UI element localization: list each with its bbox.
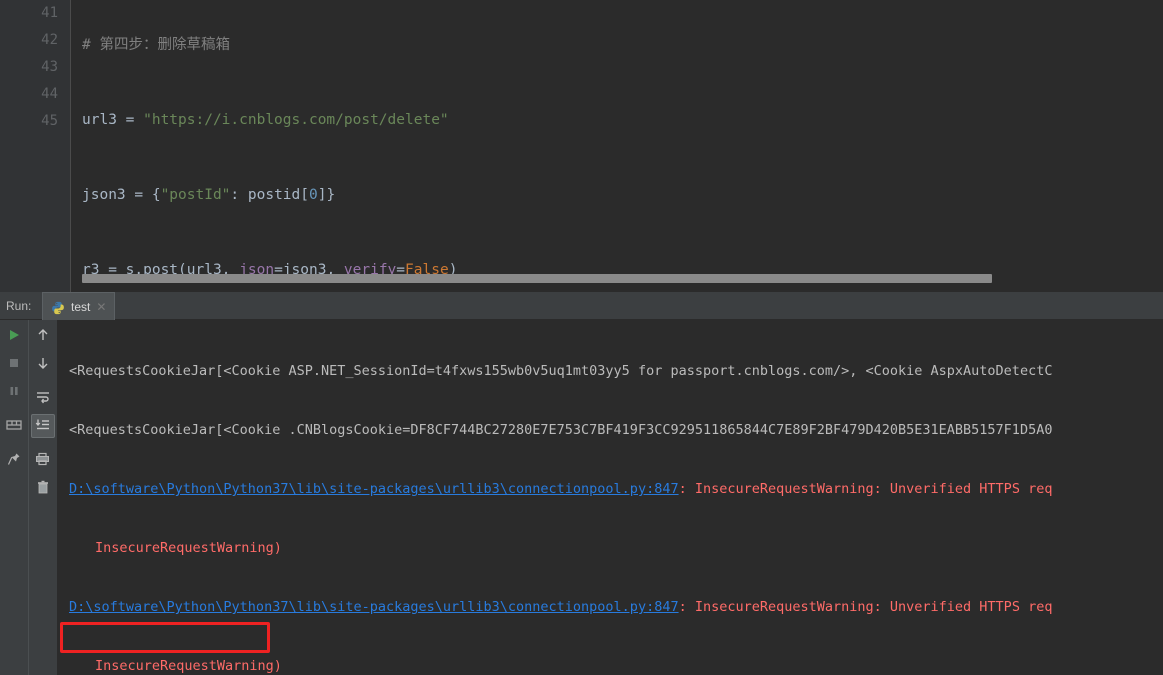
scroll-to-end-icon [35,417,51,436]
line-number: 45 [41,113,58,129]
soft-wrap-button[interactable] [31,386,55,410]
pin-icon [7,451,21,470]
line-number: 42 [41,32,58,48]
code-token: ]} [317,187,336,203]
code-editor[interactable]: 41 42 43 44 45 # 第四步：删除草稿箱 url3 = "https… [0,0,1163,292]
console-line: <RequestsCookieJar[<Cookie .CNBlogsCooki… [69,422,1053,438]
code-token: url3 = [82,112,144,128]
layout-icon [6,417,22,436]
run-label: Run: [6,299,32,313]
code-line-43: json3 = {"postId": postid[0]} [82,182,1163,209]
run-tab-label: test [71,299,91,314]
stop-button[interactable] [2,352,26,376]
line-number: 41 [41,5,58,21]
console-file-link[interactable]: D:\software\Python\Python37\lib\site-pac… [69,481,679,497]
play-icon [7,327,21,346]
run-toolbar-right [28,320,56,675]
run-tool-window: Run: test ✕ <RequestsCookieJar[<Cookie A… [0,292,1163,675]
pause-icon [7,383,21,402]
code-comment: # 第四步：删除草稿箱 [82,37,230,53]
console-output[interactable]: <RequestsCookieJar[<Cookie ASP.NET_Sessi… [57,320,1163,675]
ide-window: 41 42 43 44 45 # 第四步：删除草稿箱 url3 = "https… [0,0,1163,675]
stop-icon [7,355,21,374]
run-body: <RequestsCookieJar[<Cookie ASP.NET_Sessi… [0,320,1163,675]
trash-icon [36,479,50,498]
arrow-down-icon [36,355,50,374]
console-file-link[interactable]: D:\software\Python\Python37\lib\site-pac… [69,599,679,615]
code-token: : postid[ [230,187,309,203]
editor-gutter: 41 42 43 44 45 [0,0,71,292]
rerun-button[interactable] [2,324,26,348]
console-warning-text: : InsecureRequestWarning: Unverified HTT… [678,599,1053,615]
console-warning-text: : InsecureRequestWarning: Unverified HTT… [678,481,1053,497]
run-tab-test[interactable]: test ✕ [42,292,116,320]
print-icon [35,451,50,470]
run-toolbar-left [0,320,28,675]
line-number: 44 [41,86,58,102]
console-line: InsecureRequestWarning) [95,658,282,674]
editor-horizontal-scrollbar[interactable] [82,274,992,283]
soft-wrap-icon [35,389,51,408]
scroll-to-end-button[interactable] [30,414,55,438]
code-line-41: # 第四步：删除草稿箱 [82,32,1163,59]
arrow-up-icon [36,327,50,346]
pin-button[interactable] [2,448,26,472]
console-line: D:\software\Python\Python37\lib\site-pac… [69,594,1163,621]
python-icon [51,300,65,314]
line-number: 43 [41,59,58,75]
pause-button[interactable] [2,380,26,404]
close-icon[interactable]: ✕ [96,301,106,313]
console-line: InsecureRequestWarning) [95,540,282,556]
code-line-42: url3 = "https://i.cnblogs.com/post/delet… [82,107,1163,134]
code-string: "https://i.cnblogs.com/post/delete" [143,112,449,128]
run-header: Run: test ✕ [0,292,1163,320]
clear-all-button[interactable] [31,476,55,500]
down-button[interactable] [31,352,55,376]
editor-code-area[interactable]: # 第四步：删除草稿箱 url3 = "https://i.cnblogs.co… [71,0,1163,292]
code-number: 0 [309,187,318,203]
code-token: json3 = { [82,187,161,203]
console-line: D:\software\Python\Python37\lib\site-pac… [69,476,1163,503]
console-line: <RequestsCookieJar[<Cookie ASP.NET_Sessi… [69,363,1053,379]
print-button[interactable] [31,448,55,472]
code-string: "postId" [160,187,231,203]
up-button[interactable] [31,324,55,348]
layout-button[interactable] [2,414,26,438]
